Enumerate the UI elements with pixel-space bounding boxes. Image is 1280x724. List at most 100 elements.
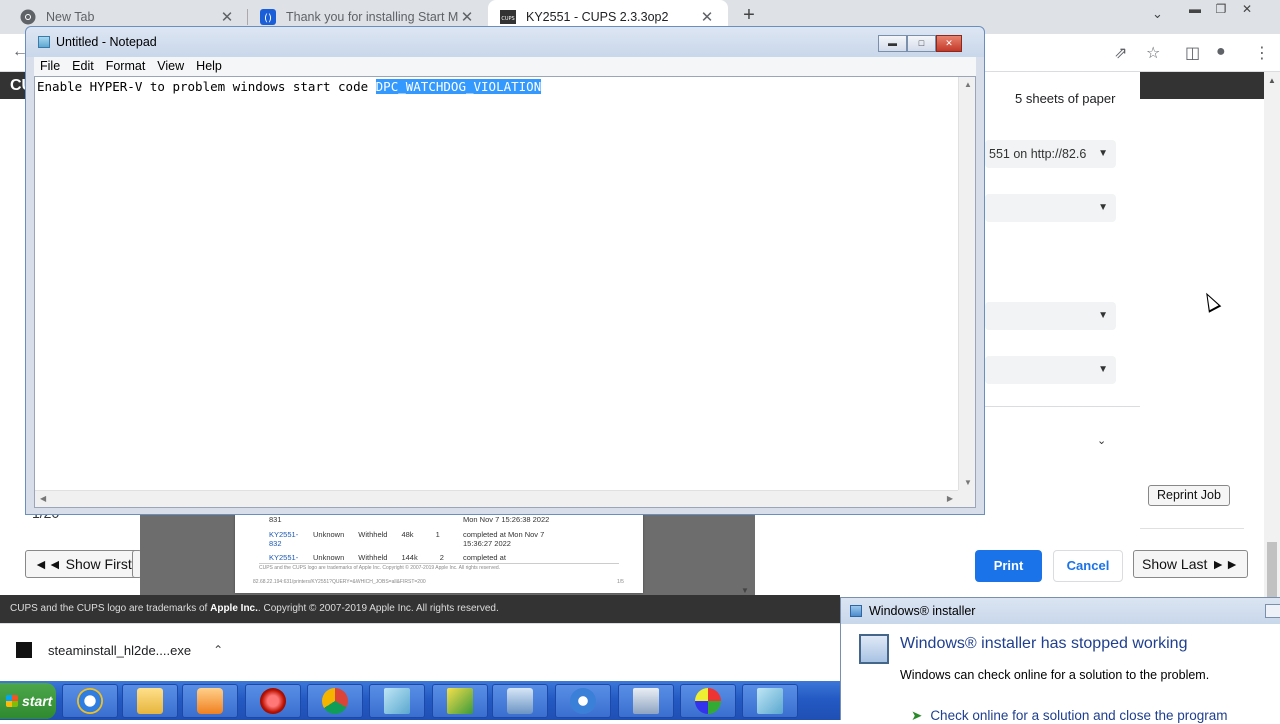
new-tab-button[interactable]: + xyxy=(738,4,760,27)
reprint-job-button[interactable]: Reprint Job xyxy=(1148,485,1230,506)
print-button[interactable]: Print xyxy=(975,550,1042,582)
taskbar-media-player[interactable] xyxy=(182,684,238,718)
menu-edit[interactable]: Edit xyxy=(66,57,100,76)
taskbar-folder[interactable] xyxy=(122,684,178,718)
share-icon[interactable]: ⇗ xyxy=(1114,43,1127,63)
resize-grip[interactable] xyxy=(958,490,975,507)
close-icon[interactable] xyxy=(1265,604,1280,618)
tab-close-icon[interactable]: ✕ xyxy=(698,8,716,26)
taskbar-paint[interactable] xyxy=(680,684,736,718)
show-last-button[interactable]: Show Last ►► xyxy=(1133,550,1248,578)
text-plain: Enable HYPER-V to problem windows start … xyxy=(37,79,376,94)
internet-explorer-icon xyxy=(77,688,103,714)
taskbar-network[interactable] xyxy=(492,684,548,718)
option-label: Check online for a solution and close th… xyxy=(930,708,1228,723)
destination-value: 551 on http://82.6 xyxy=(989,147,1087,161)
preview-job-title: Withheld xyxy=(358,553,388,562)
pages-select[interactable]: ▼ xyxy=(985,194,1116,222)
installer-titlebar[interactable]: Windows® installer xyxy=(841,598,1280,624)
close-icon[interactable]: ✕ xyxy=(1234,0,1260,20)
chevron-up-icon[interactable]: ⌃ xyxy=(213,643,223,657)
windows-media-icon xyxy=(570,688,596,714)
tab-search-chevron-icon[interactable]: ⌄ xyxy=(1152,6,1163,22)
scroll-up-icon[interactable]: ▲ xyxy=(964,80,972,89)
cups-footer: CUPS and the CUPS logo are trademarks of… xyxy=(0,595,840,623)
chrome-icon xyxy=(322,688,348,714)
taskbar-internet-explorer[interactable] xyxy=(62,684,118,718)
tab-label: New Tab xyxy=(46,10,95,24)
browser-window-controls: ▬ ❐ ✕ xyxy=(1182,0,1260,20)
notepad-text-area[interactable]: Enable HYPER-V to problem windows start … xyxy=(34,76,976,508)
cancel-button[interactable]: Cancel xyxy=(1053,550,1123,582)
tab-close-icon[interactable]: ✕ xyxy=(218,8,236,26)
taskbar-chrome[interactable] xyxy=(307,684,363,718)
notepad-window-controls: ▬ □ ✕ xyxy=(878,35,962,52)
destination-select[interactable]: 551 on http://82.6 ▼ xyxy=(985,140,1116,168)
download-bar: steaminstall_hl2de....exe ⌃ xyxy=(0,623,840,681)
more-settings-chevron-icon[interactable]: ⌄ xyxy=(1097,434,1106,447)
side-panel-icon[interactable]: ◫ xyxy=(1185,43,1200,63)
layout-select[interactable]: ▼ xyxy=(985,302,1116,330)
scroll-up-icon[interactable]: ▲ xyxy=(1268,76,1276,85)
menu-file[interactable]: File xyxy=(34,57,66,76)
scroll-right-icon[interactable]: ▶ xyxy=(947,494,953,503)
page-scrollbar[interactable]: ▲ xyxy=(1264,72,1280,662)
menu-help[interactable]: Help xyxy=(190,57,228,76)
taskbar-keyboard[interactable] xyxy=(618,684,674,718)
minimize-icon[interactable]: ▬ xyxy=(878,35,907,52)
dropdown-arrow-icon: ▼ xyxy=(1098,148,1108,159)
footer-apple: Apple Inc. xyxy=(210,603,258,614)
minimize-icon[interactable]: ▬ xyxy=(1182,0,1208,20)
notepad-titlebar[interactable]: Untitled - Notepad ▬ □ ✕ xyxy=(26,27,984,57)
notepad-menubar: File Edit Format View Help xyxy=(34,57,976,76)
profile-icon[interactable]: ● xyxy=(1216,43,1226,61)
installer-body: Windows® installer has stopped working W… xyxy=(841,624,1280,724)
start-button[interactable]: start xyxy=(0,683,56,719)
notepad-icon xyxy=(38,36,50,48)
color-select[interactable]: ▼ xyxy=(985,356,1116,384)
vertical-scrollbar[interactable]: ▲ ▼ xyxy=(958,77,975,490)
menu-view[interactable]: View xyxy=(151,57,190,76)
notepad-title: Untitled - Notepad xyxy=(56,35,157,49)
preview-job-state: completed at xyxy=(463,553,506,562)
table-divider xyxy=(1140,528,1244,529)
notepad-content[interactable]: Enable HYPER-V to problem windows start … xyxy=(37,79,542,94)
preview-job-id: KY2551-833 xyxy=(269,553,299,562)
scroll-down-icon[interactable]: ▼ xyxy=(964,478,972,487)
taskbar-notepad-2[interactable] xyxy=(742,684,798,718)
taskbar-security[interactable] xyxy=(245,684,301,718)
preview-job-title: Withheld xyxy=(358,530,388,539)
preview-row: 831 xyxy=(269,515,282,524)
steam-file-icon xyxy=(16,642,32,658)
show-first-button[interactable]: ◄◄ Show First xyxy=(25,550,141,578)
close-icon[interactable]: ✕ xyxy=(936,35,962,52)
svg-text:(): () xyxy=(264,13,272,24)
warning-icon xyxy=(447,688,473,714)
footer-suffix: Copyright © 2007-2019 Apple Inc. All rig… xyxy=(263,603,499,614)
menu-format[interactable]: Format xyxy=(100,57,152,76)
taskbar-windows-media[interactable] xyxy=(555,684,611,718)
text-selection: DPC_WATCHDOG_VIOLATION xyxy=(375,79,542,94)
check-online-option[interactable]: ➤ Check online for a solution and close t… xyxy=(911,708,1280,724)
tab-label: KY2551 - CUPS 2.3.3op2 xyxy=(526,10,669,24)
preview-job-user: Unknown xyxy=(313,553,345,562)
scroll-left-icon[interactable]: ◀ xyxy=(40,494,46,503)
tab-close-icon[interactable]: ✕ xyxy=(458,8,476,26)
download-item[interactable]: steaminstall_hl2de....exe ⌃ xyxy=(16,642,223,658)
maximize-icon[interactable]: □ xyxy=(907,35,936,52)
bookmark-star-icon[interactable]: ☆ xyxy=(1146,43,1160,63)
restore-icon[interactable]: ❐ xyxy=(1208,0,1234,20)
footer-prefix: CUPS and the CUPS logo are trademarks of xyxy=(10,603,208,614)
green-arrow-icon: ➤ xyxy=(911,708,923,723)
preview-job-size: 144k xyxy=(401,553,418,562)
taskbar-notepad[interactable] xyxy=(369,684,425,718)
preview-footer: CUPS and the CUPS logo are trademarks of… xyxy=(259,563,619,571)
menu-kebab-icon[interactable]: ⋮ xyxy=(1254,43,1270,63)
taskbar-warning[interactable] xyxy=(432,684,488,718)
installer-icon xyxy=(850,605,862,617)
preview-scroll-down-icon[interactable]: ▼ xyxy=(741,586,749,595)
start-me-icon: () xyxy=(260,9,276,25)
sheets-summary: 5 sheets of paper xyxy=(1015,91,1116,106)
horizontal-scrollbar[interactable]: ◀ ▶ xyxy=(35,490,958,507)
chrome-icon xyxy=(20,9,36,25)
